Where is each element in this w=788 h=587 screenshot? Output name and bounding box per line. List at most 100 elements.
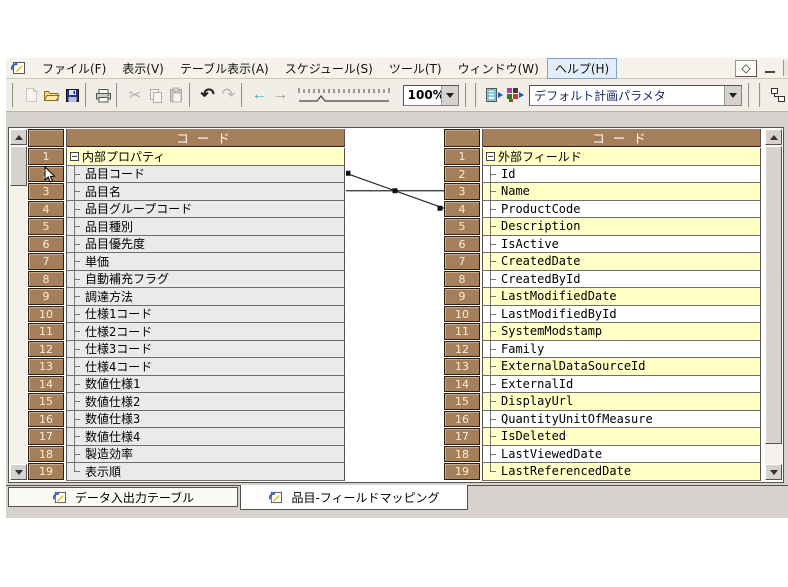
field-cell[interactable]: 品目優先度	[66, 236, 345, 254]
menu-item-6[interactable]: ヘルプ(H)	[547, 58, 617, 79]
right-scrollbar[interactable]	[765, 129, 782, 480]
row-number[interactable]: 18	[28, 446, 64, 463]
field-cell[interactable]: LastModifiedDate	[482, 288, 761, 306]
field-cell[interactable]: 仕様4コード	[66, 358, 345, 376]
field-cell[interactable]: 品目名	[66, 183, 345, 201]
scroll-up-icon[interactable]	[765, 129, 782, 145]
field-cell[interactable]: Id	[482, 166, 761, 184]
row-number[interactable]: 16	[444, 411, 480, 428]
new-file-icon[interactable]	[21, 84, 42, 107]
row-number[interactable]: 8	[444, 271, 480, 288]
column-header[interactable]: コード	[66, 129, 345, 147]
menu-item-4[interactable]: ツール(T)	[381, 58, 450, 79]
field-cell[interactable]: 内部プロパティ	[66, 148, 345, 166]
column-header[interactable]: コード	[482, 129, 761, 147]
row-number[interactable]: 2	[444, 166, 480, 183]
scrollbar-thumb[interactable]	[10, 146, 27, 186]
back-icon[interactable]: ←	[249, 84, 270, 107]
field-cell[interactable]: ProductCode	[482, 201, 761, 219]
row-number[interactable]: 4	[444, 201, 480, 218]
mapping-lines[interactable]	[346, 129, 444, 480]
row-number[interactable]: 16	[28, 411, 64, 428]
field-cell[interactable]: 製造効率	[66, 446, 345, 464]
field-cell[interactable]: 調達方法	[66, 288, 345, 306]
field-cell[interactable]: 品目グループコード	[66, 201, 345, 219]
row-number[interactable]: 1	[444, 148, 480, 165]
field-cell[interactable]: 数値仕様4	[66, 428, 345, 446]
row-number[interactable]: 10	[444, 306, 480, 323]
row-number[interactable]: 19	[28, 463, 64, 480]
cut-icon[interactable]: ✂	[124, 84, 145, 107]
tab-1[interactable]: 品目-フィールドマッピング	[240, 485, 468, 510]
selection-handle[interactable]	[393, 188, 398, 193]
menu-item-1[interactable]: 表示(V)	[114, 58, 172, 79]
redo-icon[interactable]: ↷	[218, 84, 239, 107]
field-cell[interactable]: 表示順	[66, 463, 345, 481]
field-cell[interactable]: 品目種別	[66, 218, 345, 236]
field-cell[interactable]: DisplayUrl	[482, 393, 761, 411]
selection-handle[interactable]	[438, 206, 443, 211]
row-number[interactable]: 8	[28, 271, 64, 288]
hierarchy-icon[interactable]	[767, 84, 788, 107]
row-number[interactable]: 15	[444, 393, 480, 410]
menu-item-3[interactable]: スケジュール(S)	[277, 58, 381, 79]
field-cell[interactable]: IsActive	[482, 236, 761, 254]
row-number[interactable]: 12	[28, 341, 64, 358]
scroll-down-icon[interactable]	[10, 464, 27, 480]
field-cell[interactable]: CreatedById	[482, 271, 761, 289]
scroll-up-icon[interactable]	[10, 129, 27, 145]
tab-0[interactable]: データ入出力テーブル	[8, 487, 238, 507]
field-cell[interactable]: Description	[482, 218, 761, 236]
field-cell[interactable]: 自動補充フラグ	[66, 271, 345, 289]
row-number[interactable]: 19	[444, 463, 480, 480]
field-cell[interactable]: 仕様3コード	[66, 341, 345, 359]
row-number[interactable]: 6	[444, 236, 480, 253]
row-number[interactable]: 4	[28, 201, 64, 218]
row-number[interactable]: 14	[28, 376, 64, 393]
scroll-down-icon[interactable]	[765, 464, 782, 480]
scrollbar-thumb[interactable]	[765, 146, 782, 444]
field-cell[interactable]: 品目コード	[66, 166, 345, 184]
chevron-down-icon[interactable]	[724, 86, 741, 105]
plan-parameter-select[interactable]: デフォルト計画パラメタ	[529, 85, 742, 106]
selection-handle[interactable]	[346, 171, 351, 176]
row-number[interactable]: 18	[444, 446, 480, 463]
save-icon[interactable]	[62, 84, 83, 107]
field-cell[interactable]: 外部フィールド	[482, 148, 761, 166]
field-cell[interactable]: QuantityUnitOfMeasure	[482, 411, 761, 429]
menu-item-2[interactable]: テーブル表示(A)	[172, 58, 277, 79]
field-cell[interactable]: LastReferencedDate	[482, 463, 761, 481]
row-number[interactable]: 13	[444, 358, 480, 375]
row-number[interactable]: 12	[444, 341, 480, 358]
row-number[interactable]: 9	[28, 288, 64, 305]
field-cell[interactable]: ExternalId	[482, 376, 761, 394]
row-number[interactable]: 13	[28, 358, 64, 375]
row-number[interactable]: 5	[444, 218, 480, 235]
field-cell[interactable]: Family	[482, 341, 761, 359]
field-cell[interactable]: 数値仕様3	[66, 411, 345, 429]
chevron-down-icon[interactable]	[441, 86, 458, 105]
field-cell[interactable]: Name	[482, 183, 761, 201]
paste-icon[interactable]	[166, 84, 187, 107]
row-number[interactable]: 5	[28, 218, 64, 235]
field-cell[interactable]: CreatedDate	[482, 253, 761, 271]
copy-icon[interactable]	[145, 84, 166, 107]
zoom-select[interactable]: 100%	[403, 85, 459, 106]
field-cell[interactable]: 数値仕様2	[66, 393, 345, 411]
row-number[interactable]: 3	[28, 183, 64, 200]
row-number[interactable]: 7	[28, 253, 64, 270]
table-link-icon[interactable]	[484, 84, 505, 107]
field-cell[interactable]: SystemModstamp	[482, 323, 761, 341]
row-number[interactable]: 14	[444, 376, 480, 393]
forward-icon[interactable]: →	[270, 84, 291, 107]
zoom-slider[interactable]	[297, 84, 393, 106]
menu-item-5[interactable]: ウィンドウ(W)	[450, 58, 547, 79]
field-cell[interactable]: 仕様2コード	[66, 323, 345, 341]
undo-icon[interactable]: ↶	[197, 84, 218, 107]
field-cell[interactable]: ExternalDataSourceId	[482, 358, 761, 376]
print-icon[interactable]	[93, 84, 114, 107]
row-number[interactable]: 6	[28, 236, 64, 253]
field-cell[interactable]: 単価	[66, 253, 345, 271]
row-number[interactable]: 17	[28, 428, 64, 445]
menu-item-0[interactable]: ファイル(F)	[34, 58, 114, 79]
